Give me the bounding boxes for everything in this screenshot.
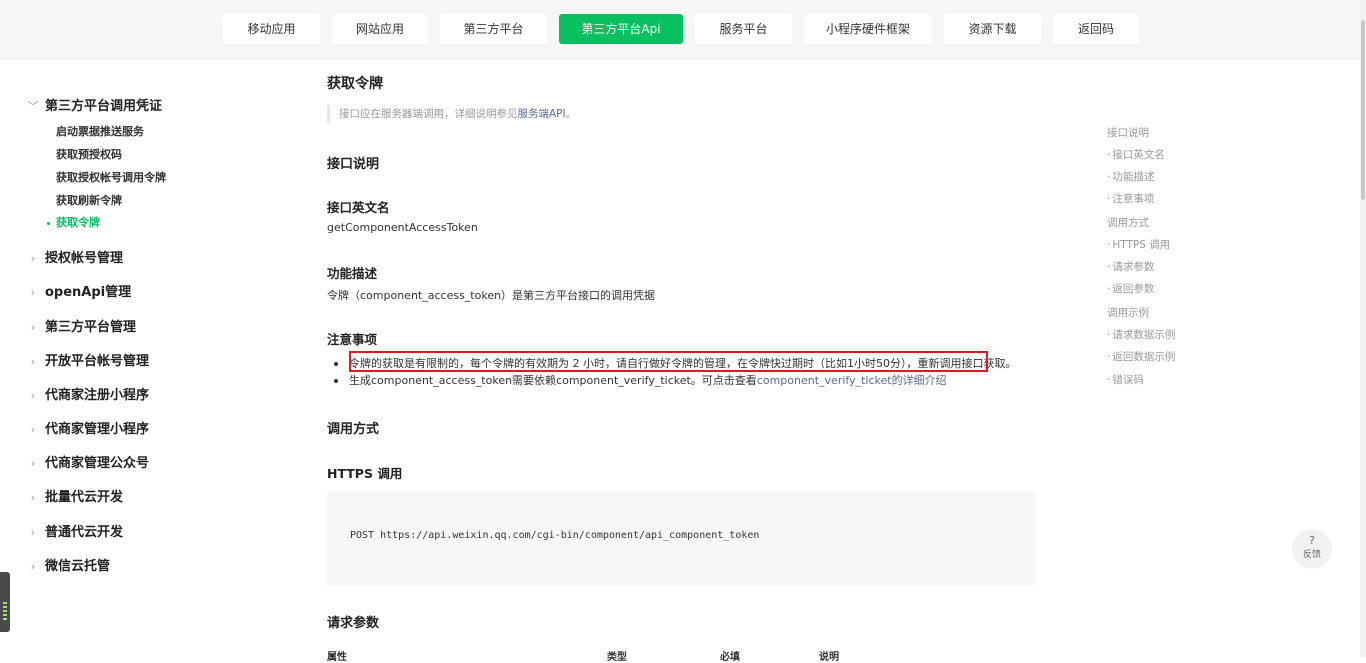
toc-item-call-method[interactable]: 调用方式 <box>1107 215 1149 230</box>
sidebar-section-label: openApi管理 <box>45 285 132 300</box>
toc-item-return-example[interactable]: 返回数据示例 <box>1107 349 1175 364</box>
section-heading-interface: 接口说明 <box>327 157 380 172</box>
code-block: POST https://api.weixin.qq.com/cgi-bin/c… <box>327 491 1035 586</box>
chevron-down-icon: ﹀ <box>27 100 39 113</box>
sidebar-section-platform-management[interactable]: › 第三方平台管理 <box>26 318 136 338</box>
english-name-value: getComponentAccessToken <box>327 221 478 234</box>
side-gutter-widget[interactable] <box>0 572 10 632</box>
sidebar-section-credentials[interactable]: ﹀ 第三方平台调用凭证 <box>26 97 163 117</box>
table-header-attribute: 属性 <box>327 652 347 663</box>
section-heading-params: 请求参数 <box>327 616 380 631</box>
bullet-icon <box>334 362 338 366</box>
tab-service-platform[interactable]: 服务平台 <box>695 14 792 44</box>
tab-third-party-api[interactable]: 第三方平台Api <box>559 14 683 44</box>
sidebar-section-register-miniprogram[interactable]: › 代商家注册小程序 <box>26 386 149 406</box>
tab-mobile-apps[interactable]: 移动应用 <box>223 14 320 44</box>
section-heading-english-name: 接口英文名 <box>327 200 390 215</box>
sidebar-section-label: 批量代云开发 <box>45 490 124 505</box>
sidebar-section-openapi[interactable]: › openApi管理 <box>26 283 131 303</box>
sidebar-item-pre-auth-code[interactable]: 获取预授权码 <box>56 147 122 163</box>
feedback-label: 反馈 <box>1302 550 1321 560</box>
active-dot-icon <box>47 222 50 225</box>
sidebar-item-label: 获取令牌 <box>56 216 100 229</box>
table-header-required: 必填 <box>720 652 740 663</box>
toc-item-return-params[interactable]: 返回参数 <box>1107 281 1154 296</box>
tab-resource-download[interactable]: 资源下载 <box>944 14 1041 44</box>
section-heading-function: 功能描述 <box>327 266 378 281</box>
feedback-button[interactable]: ? 反馈 <box>1292 529 1332 569</box>
chevron-right-icon: › <box>30 321 36 334</box>
tab-web-apps[interactable]: 网站应用 <box>332 14 428 44</box>
quote-suffix: 。 <box>565 108 577 120</box>
chevron-right-icon: › <box>30 560 36 573</box>
toc-item-https[interactable]: HTTPS 调用 <box>1107 237 1170 252</box>
server-api-link[interactable]: 服务端API <box>518 108 566 120</box>
page-title: 获取令牌 <box>327 76 383 92</box>
note-text: 生成component_access_token需要依赖component_ve… <box>349 374 757 387</box>
sidebar-section-normal-cloud-dev[interactable]: › 普通代云开发 <box>26 523 123 543</box>
server-note-quote: 接口应在服务器端调用，详细说明参见服务端API。 <box>327 105 576 123</box>
tab-return-codes[interactable]: 返回码 <box>1053 14 1139 44</box>
sidebar-item-get-token[interactable]: 获取令牌 <box>47 215 100 231</box>
toc-item-function[interactable]: 功能描述 <box>1107 169 1154 184</box>
sidebar-section-label: 代商家管理小程序 <box>45 422 150 437</box>
scrollbar-thumb[interactable] <box>1361 20 1365 200</box>
toc-item-english-name[interactable]: 接口英文名 <box>1107 147 1165 162</box>
top-navigation: 移动应用 网站应用 第三方平台 第三方平台Api 服务平台 小程序硬件框架 资源… <box>0 0 1366 60</box>
toc-item-interface[interactable]: 接口说明 <box>1107 125 1149 140</box>
bullet-icon <box>334 379 338 383</box>
highlight-box <box>349 351 988 372</box>
quote-text: 接口应在服务器端调用，详细说明参见 <box>339 108 518 120</box>
table-header-description: 说明 <box>819 652 839 663</box>
sidebar-section-label: 开放平台帐号管理 <box>45 354 150 369</box>
chevron-right-icon: › <box>30 423 36 436</box>
sidebar-section-manage-miniprogram[interactable]: › 代商家管理小程序 <box>26 420 149 440</box>
sidebar-section-wechat-cloud-hosting[interactable]: › 微信云托管 <box>26 557 110 577</box>
code-text: POST https://api.weixin.qq.com/cgi-bin/c… <box>350 530 760 541</box>
note-item-2: 生成component_access_token需要依赖component_ve… <box>349 372 947 388</box>
sidebar-section-label: 第三方平台调用凭证 <box>45 99 163 114</box>
sidebar-section-label: 普通代云开发 <box>45 525 124 540</box>
sidebar-section-batch-cloud-dev[interactable]: › 批量代云开发 <box>26 488 123 508</box>
question-icon: ? <box>1309 534 1315 547</box>
toc-item-call-example[interactable]: 调用示例 <box>1107 305 1149 320</box>
sidebar-section-manage-official-account[interactable]: › 代商家管理公众号 <box>26 454 149 474</box>
function-description: 令牌（component_access_token）是第三方平台接口的调用凭据 <box>327 289 656 302</box>
chevron-right-icon: › <box>30 355 36 368</box>
chevron-right-icon: › <box>30 491 36 504</box>
sidebar-item-refresh-token[interactable]: 获取刷新令牌 <box>56 193 122 209</box>
verify-ticket-link[interactable]: component_verify_ticket的详细介绍 <box>757 374 947 387</box>
chevron-right-icon: › <box>30 526 36 539</box>
sidebar-section-label: 微信云托管 <box>45 559 111 574</box>
chevron-right-icon: › <box>30 252 36 265</box>
toc-item-error-codes[interactable]: 错误码 <box>1107 372 1144 387</box>
tab-mini-program-hardware[interactable]: 小程序硬件框架 <box>804 14 932 44</box>
sidebar-item-start-ticket-push[interactable]: 启动票据推送服务 <box>56 124 144 140</box>
sidebar-section-open-platform-account[interactable]: › 开放平台帐号管理 <box>26 352 149 372</box>
chevron-right-icon: › <box>30 389 36 402</box>
sidebar-section-label: 授权帐号管理 <box>45 251 124 266</box>
section-heading-call-method: 调用方式 <box>327 422 380 437</box>
sidebar-item-authorizer-token[interactable]: 获取授权帐号调用令牌 <box>56 170 166 186</box>
sidebar-section-label: 第三方平台管理 <box>45 320 137 335</box>
sidebar-section-label: 代商家注册小程序 <box>45 388 150 403</box>
table-header-type: 类型 <box>607 652 627 663</box>
toc-item-notes[interactable]: 注意事项 <box>1107 191 1154 206</box>
section-heading-notes: 注意事项 <box>327 332 378 347</box>
chevron-right-icon: › <box>30 286 36 299</box>
chevron-right-icon: › <box>30 457 36 470</box>
sidebar-section-label: 代商家管理公众号 <box>45 456 150 471</box>
tab-third-party-platform[interactable]: 第三方平台 <box>440 14 547 44</box>
toc-item-request-params[interactable]: 请求参数 <box>1107 259 1154 274</box>
toc-item-request-example[interactable]: 请求数据示例 <box>1107 327 1175 342</box>
sidebar-section-authorized-accounts[interactable]: › 授权帐号管理 <box>26 249 123 269</box>
section-heading-https: HTTPS 调用 <box>327 466 403 481</box>
